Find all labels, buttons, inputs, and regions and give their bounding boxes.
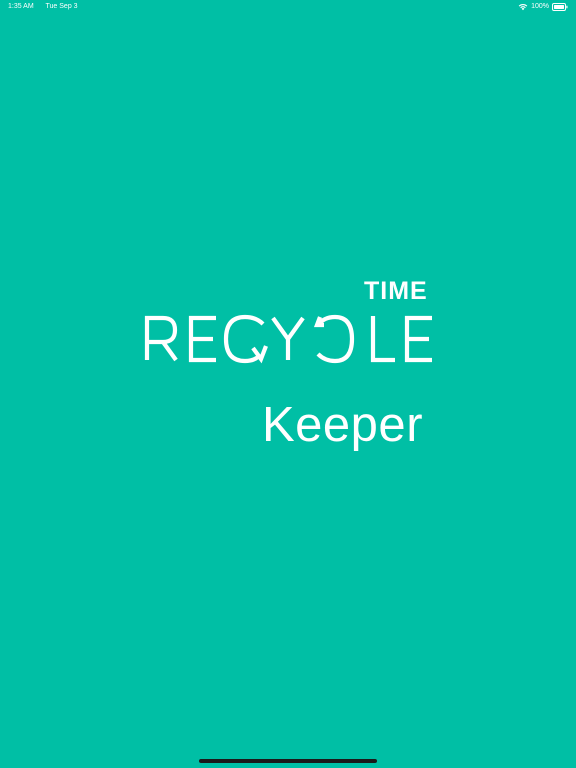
logo-keeper-text: Keeper [262, 398, 424, 452]
logo-time-text: TIME [364, 277, 428, 305]
recycle-time-keeper-logo: TIME RECYCLE Keeper [0, 0, 576, 768]
logo-recycle-wordmark: RECYCLE [142, 312, 442, 368]
logo-recycle-glyphs [144, 314, 432, 364]
home-indicator[interactable] [199, 759, 377, 763]
